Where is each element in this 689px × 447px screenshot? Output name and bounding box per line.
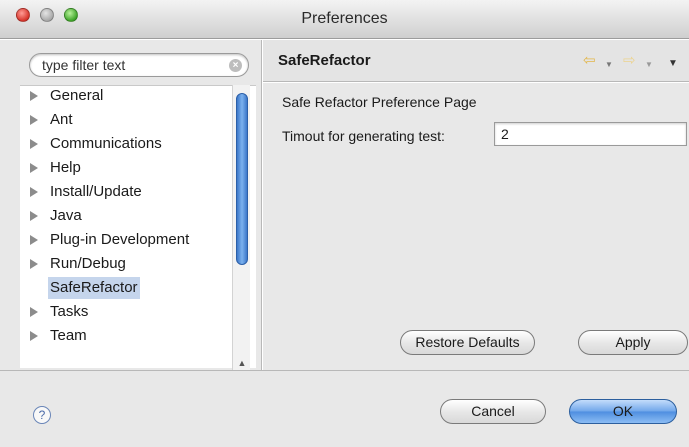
scroll-up-arrow-icon[interactable]: ▲ [236,357,248,369]
expand-arrow-icon[interactable] [30,139,38,149]
preference-tree: General Ant Communications Help Install/Upda… [20,85,256,368]
window-title: Preferences [301,10,388,27]
expand-arrow-icon[interactable] [30,187,38,197]
back-arrow-icon[interactable]: ⇦ [583,53,596,68]
tree-item-label: General [50,87,104,104]
apply-button[interactable]: Apply [578,330,688,355]
forward-arrow-icon[interactable]: ⇨ [623,53,636,68]
page-header: SafeRefactor ⇦ ▼ ⇨ ▼ ▼ [263,40,689,82]
expand-arrow-icon[interactable] [30,307,38,317]
tree-item-label: Run/Debug [50,255,126,272]
dialog-button-bar: ? Cancel OK [0,370,689,447]
timeout-field-label: Timout for generating test: [282,128,445,144]
tree-item-label: Java [50,207,82,224]
expand-arrow-icon[interactable] [30,91,38,101]
timeout-input[interactable] [494,122,687,146]
restore-defaults-button[interactable]: Restore Defaults [400,330,535,355]
expand-arrow-icon[interactable] [30,235,38,245]
tree-item[interactable]: Run/Debug [20,253,232,275]
preference-tree-pane: × General Ant Communications Help Install/Up… [0,40,262,409]
expand-arrow-icon[interactable] [30,163,38,173]
page-title: SafeRefactor [278,52,371,69]
tree-item-label: Communications [50,135,162,152]
view-menu-icon[interactable]: ▼ [668,57,678,71]
tree-item[interactable]: General [20,85,232,107]
tree-item[interactable]: Team [20,325,232,347]
tree-item-label: Plug-in Development [50,231,190,248]
tree-item-label: Help [50,159,81,176]
ok-button[interactable]: OK [569,399,677,424]
title-bar: Preferences [0,0,689,39]
filter-field[interactable]: × [29,53,249,77]
expand-arrow-icon[interactable] [30,331,38,341]
tree-item[interactable]: Ant [20,109,232,131]
tree-item[interactable]: Plug-in Development [20,229,232,251]
back-history-dropdown-icon[interactable]: ▼ [605,58,613,72]
cancel-button[interactable]: Cancel [440,399,546,424]
tree-item-label: Tasks [50,303,89,320]
tree-item-label: Ant [50,111,73,128]
tree-item[interactable]: Communications [20,133,232,155]
tree-item[interactable]: Java [20,205,232,227]
tree-item[interactable]: Help [20,157,232,179]
filter-input[interactable] [42,57,227,73]
forward-history-dropdown-icon[interactable]: ▼ [645,58,653,72]
help-icon[interactable]: ? [33,406,51,424]
scrollbar-thumb[interactable] [236,93,248,265]
tree-vertical-scrollbar[interactable]: ▲ ▼ [232,85,250,395]
preference-page-body: Safe Refactor Preference Page Timout for… [263,83,689,370]
tree-item-label: Install/Update [50,183,142,200]
tree-item-label: Team [50,327,87,344]
expand-arrow-icon[interactable] [30,115,38,125]
tree-item[interactable]: SafeRefactor [20,277,232,299]
tree-item-label: SafeRefactor [48,277,140,299]
tree-item[interactable]: Tasks [20,301,232,323]
tree-item[interactable]: Install/Update [20,181,232,203]
expand-arrow-icon[interactable] [30,211,38,221]
clear-filter-icon[interactable]: × [229,59,242,72]
page-description: Safe Refactor Preference Page [282,94,477,110]
expand-arrow-icon[interactable] [30,259,38,269]
